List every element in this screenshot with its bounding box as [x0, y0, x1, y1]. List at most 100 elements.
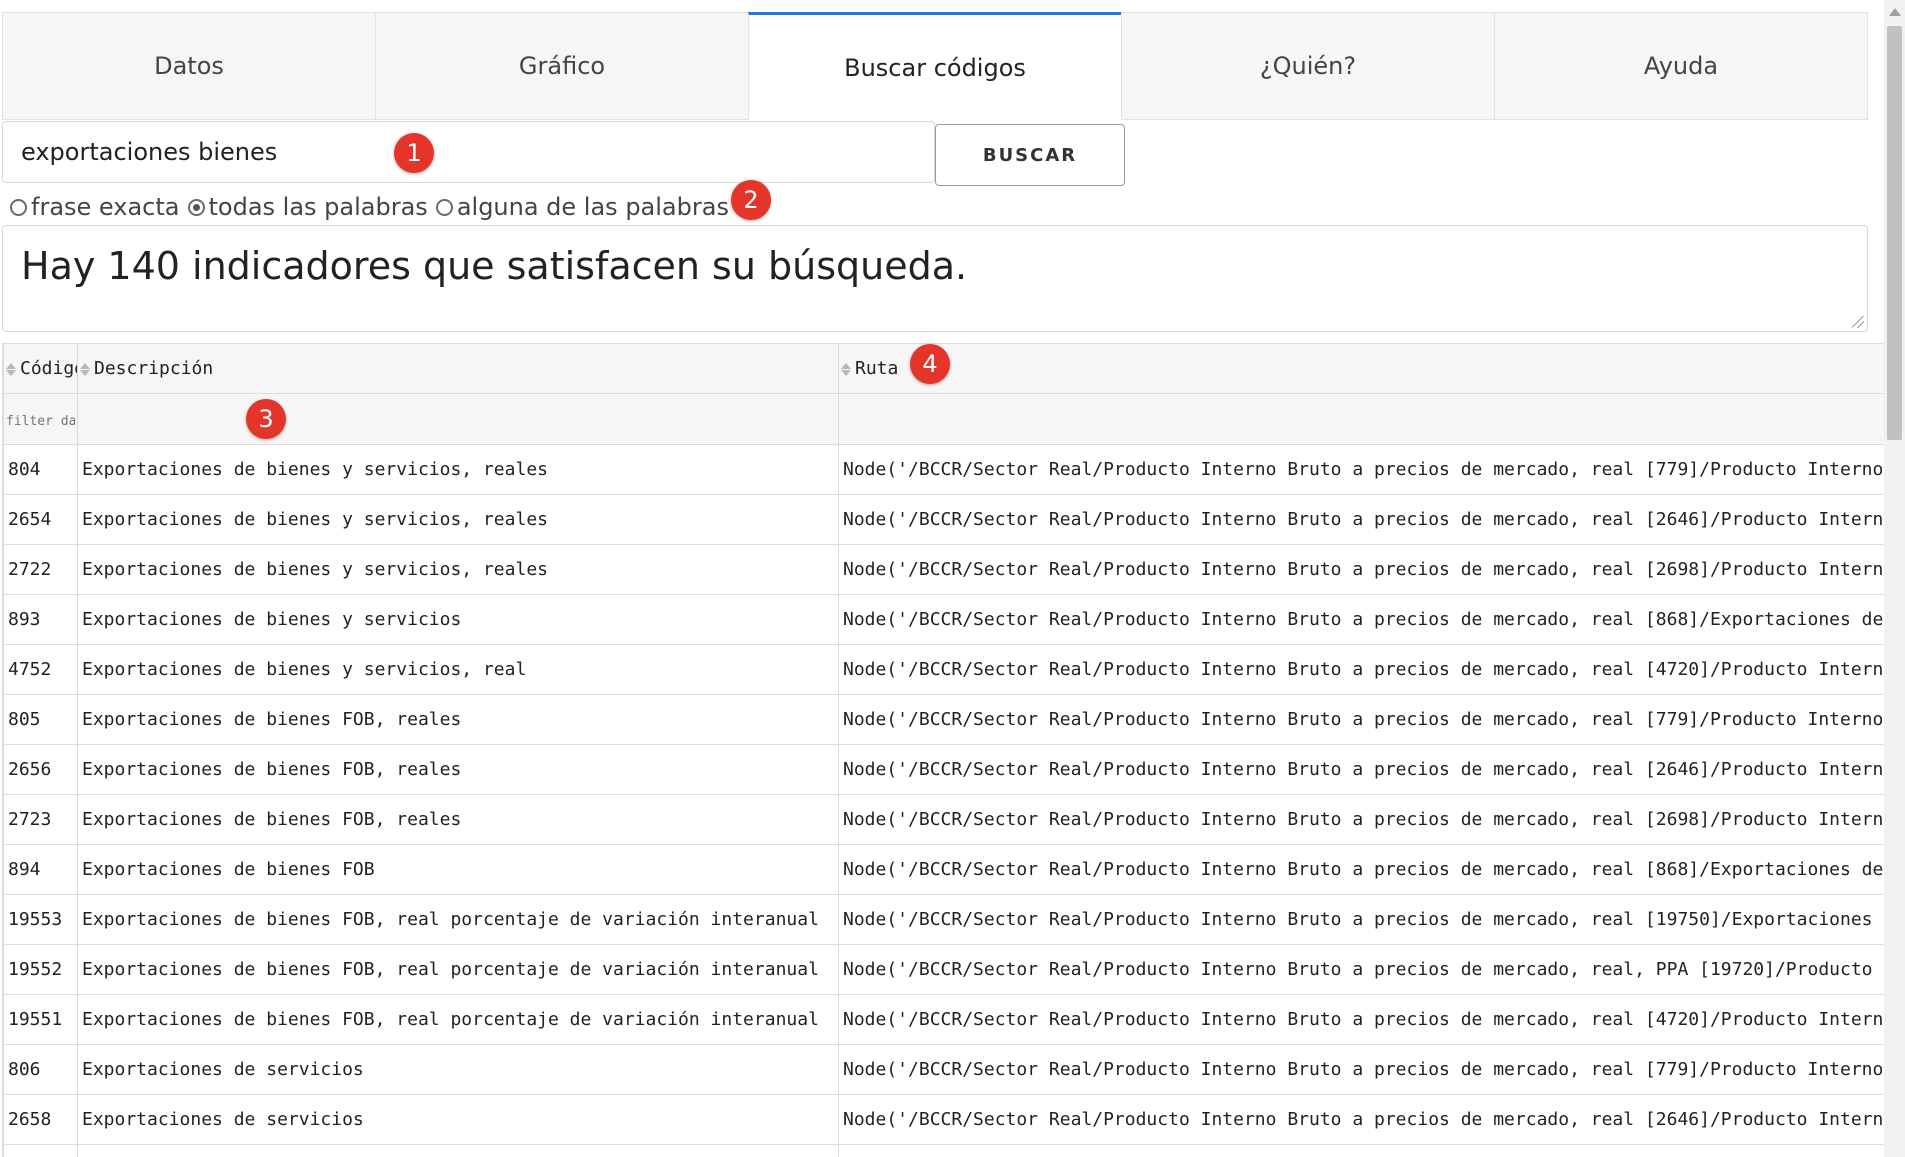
- cell-ruta: Node('/BCCR/Sector Real/Producto Interno…: [838, 494, 1885, 545]
- radio-button-icon[interactable]: [10, 198, 27, 216]
- table-row[interactable]: 894 Exportaciones de bienes FOB Node('/BCC…: [3, 844, 1885, 895]
- tab-label: Datos: [154, 52, 224, 80]
- scroll-up-arrow-icon[interactable]: [1889, 8, 1901, 16]
- sort-icon[interactable]: [80, 362, 92, 377]
- cell-descripcion: [77, 1144, 839, 1157]
- table-body: 804 Exportaciones de bienes y servicios, …: [3, 444, 1885, 1157]
- filter-cell-codigo: [3, 393, 78, 445]
- cell-codigo: 893: [3, 594, 78, 645]
- cell-descripcion: Exportaciones de bienes FOB, reales: [77, 744, 839, 795]
- table-row[interactable]: 19553 Exportaciones de bienes FOB, real p…: [3, 894, 1885, 945]
- filter-cell-ruta: [838, 393, 1885, 445]
- table-row[interactable]: 19551 Exportaciones de bienes FOB, real p…: [3, 994, 1885, 1045]
- tab-datos[interactable]: Datos: [2, 12, 375, 120]
- cell-codigo: 894: [3, 844, 78, 895]
- cell-codigo: [3, 1144, 78, 1157]
- cell-ruta: Node('/BCCR/Sector Real/Producto Interno…: [838, 794, 1885, 845]
- cell-descripcion: Exportaciones de servicios: [77, 1094, 839, 1145]
- filter-cell-descripcion: [77, 393, 839, 445]
- filter-input-codigo[interactable]: [6, 413, 75, 429]
- tab-grafico[interactable]: Gráfico: [375, 12, 748, 120]
- cell-codigo: 2723: [3, 794, 78, 845]
- resize-handle-icon[interactable]: [1852, 316, 1864, 328]
- radio-frase-exacta[interactable]: frase exacta: [10, 193, 180, 221]
- radio-button-icon[interactable]: [435, 198, 453, 216]
- table-row[interactable]: [3, 1144, 1885, 1157]
- radio-label: alguna de las palabras: [456, 193, 729, 221]
- sort-icon[interactable]: [6, 362, 18, 377]
- cell-ruta: Node('/BCCR/Sector Real/Producto Interno…: [838, 544, 1885, 595]
- app-page: Datos Gráfico Buscar códigos ¿Quién? Ayu…: [0, 0, 1885, 1157]
- cell-codigo: 806: [3, 1044, 78, 1095]
- column-header-ruta[interactable]: Ruta: [838, 343, 1885, 394]
- cell-ruta: [838, 1144, 1885, 1157]
- cell-ruta: Node('/BCCR/Sector Real/Producto Interno…: [838, 944, 1885, 995]
- table-row[interactable]: 2723 Exportaciones de bienes FOB, reales N…: [3, 794, 1885, 845]
- cell-codigo: 805: [3, 694, 78, 745]
- column-header-descripcion[interactable]: Descripción: [77, 343, 839, 394]
- table-row[interactable]: 2656 Exportaciones de bienes FOB, reales N…: [3, 744, 1885, 795]
- table-row[interactable]: 2722 Exportaciones de bienes y servicios,…: [3, 544, 1885, 595]
- annotation-marker-3: 3: [246, 399, 286, 439]
- cell-descripcion: Exportaciones de bienes FOB, reales: [77, 794, 839, 845]
- cell-descripcion: Exportaciones de servicios: [77, 1044, 839, 1095]
- table-row[interactable]: 893 Exportaciones de bienes y servicios No…: [3, 594, 1885, 645]
- table-row[interactable]: 2654 Exportaciones de bienes y servicios,…: [3, 494, 1885, 545]
- table-row[interactable]: 4752 Exportaciones de bienes y servicios,…: [3, 644, 1885, 695]
- results-table-container: Código Descripción Ruta 804Exportaciones…: [2, 343, 1885, 1157]
- result-message-box[interactable]: Hay 140 indicadores que satisfacen su bú…: [2, 225, 1868, 332]
- cell-ruta: Node('/BCCR/Sector Real/Producto Interno…: [838, 594, 1885, 645]
- match-mode-options: frase exacta todas las palabras alguna d…: [10, 190, 737, 224]
- search-button[interactable]: BUSCAR: [935, 124, 1125, 186]
- annotation-marker-4: 4: [910, 344, 950, 384]
- tab-label: Gráfico: [518, 52, 606, 80]
- annotation-marker-1: 1: [394, 133, 434, 173]
- cell-ruta: Node('/BCCR/Sector Real/Producto Interno…: [838, 444, 1885, 495]
- cell-ruta: Node('/BCCR/Sector Real/Producto Interno…: [838, 994, 1885, 1045]
- cell-ruta: Node('/BCCR/Sector Real/Producto Interno…: [838, 694, 1885, 745]
- table-row[interactable]: 2658 Exportaciones de servicios Node('/BCC…: [3, 1094, 1885, 1145]
- table-row[interactable]: 804 Exportaciones de bienes y servicios, …: [3, 444, 1885, 495]
- cell-codigo: 2722: [3, 544, 78, 595]
- table-row[interactable]: 19552 Exportaciones de bienes FOB, real p…: [3, 944, 1885, 995]
- cell-codigo: 804: [3, 444, 78, 495]
- cell-descripcion: Exportaciones de bienes FOB, reales: [77, 694, 839, 745]
- column-header-label: Código: [20, 358, 77, 379]
- cell-codigo: 2656: [3, 744, 78, 795]
- cell-descripcion: Exportaciones de bienes y servicios, rea…: [77, 444, 839, 495]
- vertical-scrollbar[interactable]: [1884, 0, 1905, 1157]
- annotation-marker-2: 2: [731, 180, 771, 220]
- cell-ruta: Node('/BCCR/Sector Real/Producto Interno…: [838, 744, 1885, 795]
- tab-label: ¿Quién?: [1259, 52, 1357, 80]
- cell-descripcion: Exportaciones de bienes y servicios, rea…: [77, 644, 839, 695]
- cell-codigo: 4752: [3, 644, 78, 695]
- tab-buscar-codigos[interactable]: Buscar códigos: [748, 12, 1121, 120]
- radio-button-checked-icon[interactable]: [187, 198, 205, 216]
- radio-label: todas las palabras: [208, 193, 428, 221]
- radio-label: frase exacta: [31, 193, 180, 221]
- cell-codigo: 2658: [3, 1094, 78, 1145]
- cell-codigo: 19551: [3, 994, 78, 1045]
- cell-ruta: Node('/BCCR/Sector Real/Producto Interno…: [838, 1044, 1885, 1095]
- cell-descripcion: Exportaciones de bienes y servicios, rea…: [77, 494, 839, 545]
- cell-descripcion: Exportaciones de bienes y servicios, rea…: [77, 544, 839, 595]
- search-input[interactable]: [2, 121, 935, 183]
- tab-bar: Datos Gráfico Buscar códigos ¿Quién? Ayu…: [2, 12, 1868, 120]
- results-table: Código Descripción Ruta 804Exportaciones…: [3, 343, 1885, 1157]
- cell-descripcion: Exportaciones de bienes FOB, real porcen…: [77, 894, 839, 945]
- tab-quien[interactable]: ¿Quién?: [1121, 12, 1494, 120]
- scrollbar-thumb[interactable]: [1887, 26, 1902, 440]
- column-header-label: Ruta: [855, 358, 899, 379]
- tab-ayuda[interactable]: Ayuda: [1494, 12, 1868, 120]
- table-row[interactable]: 805 Exportaciones de bienes FOB, reales No…: [3, 694, 1885, 745]
- result-message: Hay 140 indicadores que satisfacen su bú…: [21, 244, 968, 288]
- cell-codigo: 19553: [3, 894, 78, 945]
- table-row[interactable]: 806 Exportaciones de servicios Node('/BCCR…: [3, 1044, 1885, 1095]
- radio-alguna-de-las-palabras[interactable]: alguna de las palabras: [435, 193, 729, 221]
- column-header-codigo[interactable]: Código: [3, 343, 78, 394]
- cell-ruta: Node('/BCCR/Sector Real/Producto Interno…: [838, 1094, 1885, 1145]
- cell-codigo: 2654: [3, 494, 78, 545]
- cell-ruta: Node('/BCCR/Sector Real/Producto Interno…: [838, 844, 1885, 895]
- radio-todas-las-palabras[interactable]: todas las palabras: [187, 193, 428, 221]
- sort-icon[interactable]: [841, 362, 853, 377]
